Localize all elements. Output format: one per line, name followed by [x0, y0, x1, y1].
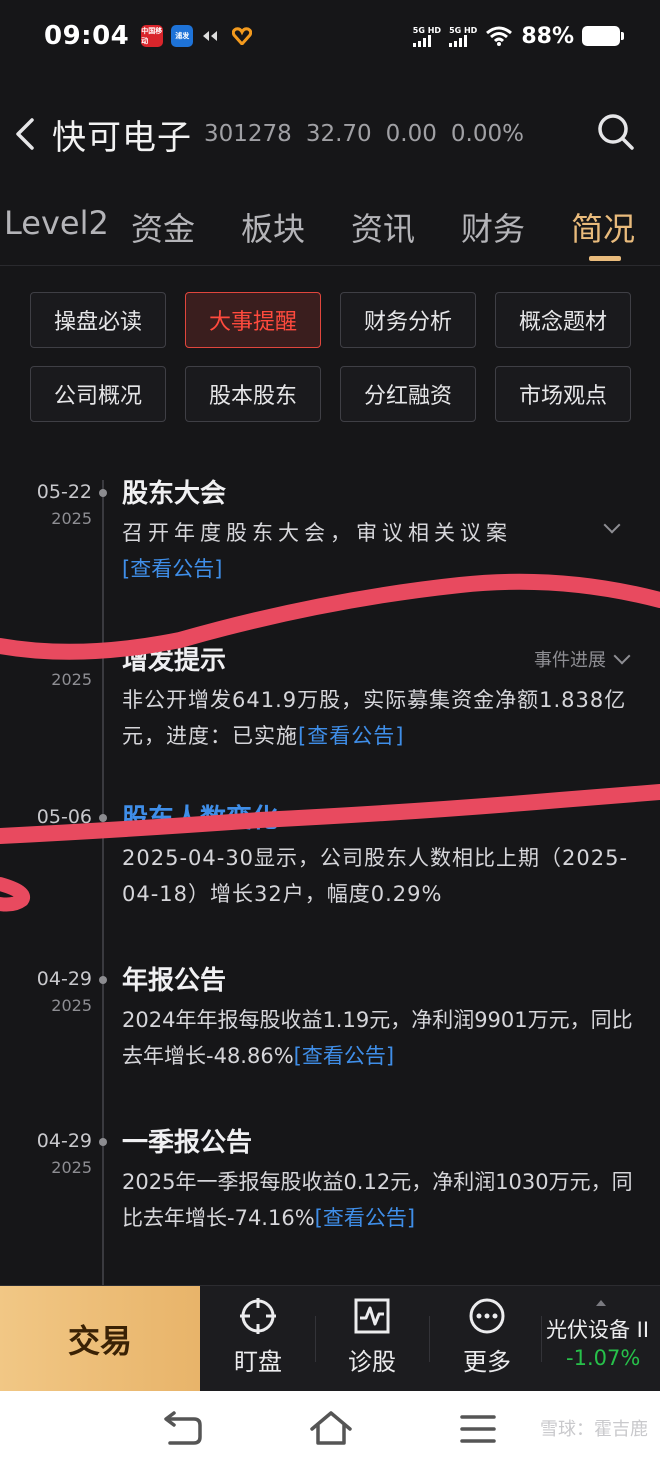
pulse-chart-icon: [354, 1298, 390, 1334]
trade-button[interactable]: 交易: [0, 1286, 200, 1392]
event-body: 非公开增发641.9万股，实际募集资金净额1.838亿元，进度：已实施[查看公告…: [122, 688, 627, 748]
event-date: 05-06: [36, 806, 92, 828]
timeline-line: [102, 480, 104, 1290]
back-button[interactable]: [0, 96, 50, 172]
wifi-icon: [486, 26, 513, 46]
tab-funds[interactable]: 资金: [131, 204, 195, 250]
tab-active-indicator: [589, 256, 621, 261]
stock-price: 32.70: [305, 121, 372, 147]
tab-sector[interactable]: 板块: [241, 204, 305, 250]
diagnose-button[interactable]: 诊股: [317, 1286, 427, 1392]
view-announcement-link[interactable]: [查看公告]: [315, 1206, 415, 1230]
btn-concepts[interactable]: 概念题材: [495, 292, 631, 348]
event-body: 2025-04-30显示，公司股东人数相比上期（2025-04-18）增长32户…: [122, 846, 629, 906]
nav-menu-icon[interactable]: [458, 1409, 498, 1449]
event-title: 增发提示: [122, 646, 227, 676]
event-body: 2025年一季报每股收益0.12元，净利润1030万元，同比去年增长-74.16…: [122, 1170, 633, 1230]
more-dots-icon: [469, 1298, 505, 1334]
nav-home-icon[interactable]: [308, 1409, 354, 1449]
tab-bar: Level2 资金 板块 资讯 财务 简况: [0, 196, 660, 266]
china-mobile-app-icon: 中国移动: [141, 25, 164, 47]
timeline-dot: [99, 814, 107, 822]
share-icon: [201, 25, 223, 47]
red-scribble-stroke: [0, 573, 660, 660]
system-nav-bar: 雪球：霍吉鹿: [0, 1391, 660, 1467]
event-year: 2025: [51, 1158, 92, 1177]
timeline-dot: [99, 1138, 107, 1146]
event-year: 2025: [51, 670, 92, 689]
view-announcement-link[interactable]: [查看公告]: [122, 557, 222, 581]
chevron-down-icon: [613, 647, 631, 665]
battery-percent: 88%: [521, 23, 574, 49]
more-button[interactable]: 更多: [432, 1286, 542, 1392]
sector-ticker[interactable]: 光伏设备 II -1.07%: [542, 1286, 660, 1392]
signal-sim2: 5G HD: [449, 26, 477, 47]
view-announcement-link[interactable]: [查看公告]: [294, 1044, 394, 1068]
stock-change-pct: 0.00%: [450, 121, 524, 147]
watch-button[interactable]: 盯盘: [203, 1286, 313, 1392]
sector-name: 光伏设备 II: [546, 1318, 650, 1342]
divider: [429, 1316, 430, 1362]
event-title[interactable]: 股东人数变化: [122, 798, 278, 835]
red-scribble-stroke: [0, 877, 30, 912]
status-bar: 09:04 中国移动 浦发 5G HD 5G HD 88%: [0, 0, 660, 72]
heart-icon: [231, 25, 253, 47]
event-year: 2025: [51, 509, 92, 528]
event-date: 04-29: [36, 1130, 92, 1152]
nav-back-icon[interactable]: [160, 1409, 204, 1449]
signal-sim1: 5G HD: [412, 26, 441, 47]
event-year: 2025: [51, 996, 92, 1015]
event-date: 05-22: [36, 481, 92, 503]
tab-finance[interactable]: 财务: [461, 204, 525, 250]
event-body: 2024年年报每股收益1.19元，净利润9901万元，同比去年增长-48.86%…: [122, 1008, 633, 1068]
status-time: 09:04: [44, 21, 130, 51]
timeline-dot: [99, 489, 107, 497]
btn-major-events[interactable]: 大事提醒: [185, 292, 321, 348]
bottom-action-bar: 交易 盯盘 诊股 更多 光伏设备 II -1.07%: [0, 1285, 660, 1392]
btn-trading-must-read[interactable]: 操盘必读: [30, 292, 166, 348]
caret-up-icon: [596, 1300, 606, 1306]
btn-market-views[interactable]: 市场观点: [495, 366, 631, 422]
stock-header: 快可电子 301278 32.70 0.00 0.00%: [0, 96, 660, 172]
event-title: 股东大会: [122, 479, 227, 509]
red-scribble-stroke: [0, 784, 660, 844]
stock-name: 快可电子: [52, 117, 192, 158]
event-title: 年报公告: [122, 966, 227, 996]
status-app-icons: 中国移动 浦发: [141, 25, 253, 47]
timeline-dot: [99, 976, 107, 984]
view-announcement-link[interactable]: [查看公告]: [298, 724, 404, 748]
btn-shareholders[interactable]: 股本股东: [185, 366, 321, 422]
search-icon: [598, 114, 634, 150]
event-date: 04-29: [36, 968, 92, 990]
stock-code: 301278: [204, 121, 292, 147]
watermark-text: 雪球：霍吉鹿: [540, 1419, 648, 1440]
btn-dividends[interactable]: 分红融资: [340, 366, 476, 422]
battery-icon: [582, 26, 624, 46]
crosshair-icon: [240, 1298, 276, 1334]
bank-app-icon: 浦发: [171, 25, 194, 47]
stock-change: 0.00: [385, 121, 437, 147]
event-title: 一季报公告: [122, 1128, 253, 1158]
chevron-left-icon: [16, 118, 34, 150]
tab-level2[interactable]: Level2: [4, 204, 109, 242]
divider: [315, 1316, 316, 1362]
stock-quote: 301278 32.70 0.00 0.00%: [204, 121, 538, 147]
tab-news[interactable]: 资讯: [351, 204, 415, 250]
search-button[interactable]: [596, 112, 636, 152]
event-body: 召开年度股东大会，审议相关议案 [查看公告]: [122, 521, 512, 581]
btn-company-profile[interactable]: 公司概况: [30, 366, 166, 422]
tab-overview[interactable]: 简况: [571, 204, 635, 250]
sector-change: -1.07%: [566, 1346, 641, 1370]
btn-financial-analysis[interactable]: 财务分析: [340, 292, 476, 348]
event-progress-toggle[interactable]: 事件进展: [534, 646, 631, 672]
